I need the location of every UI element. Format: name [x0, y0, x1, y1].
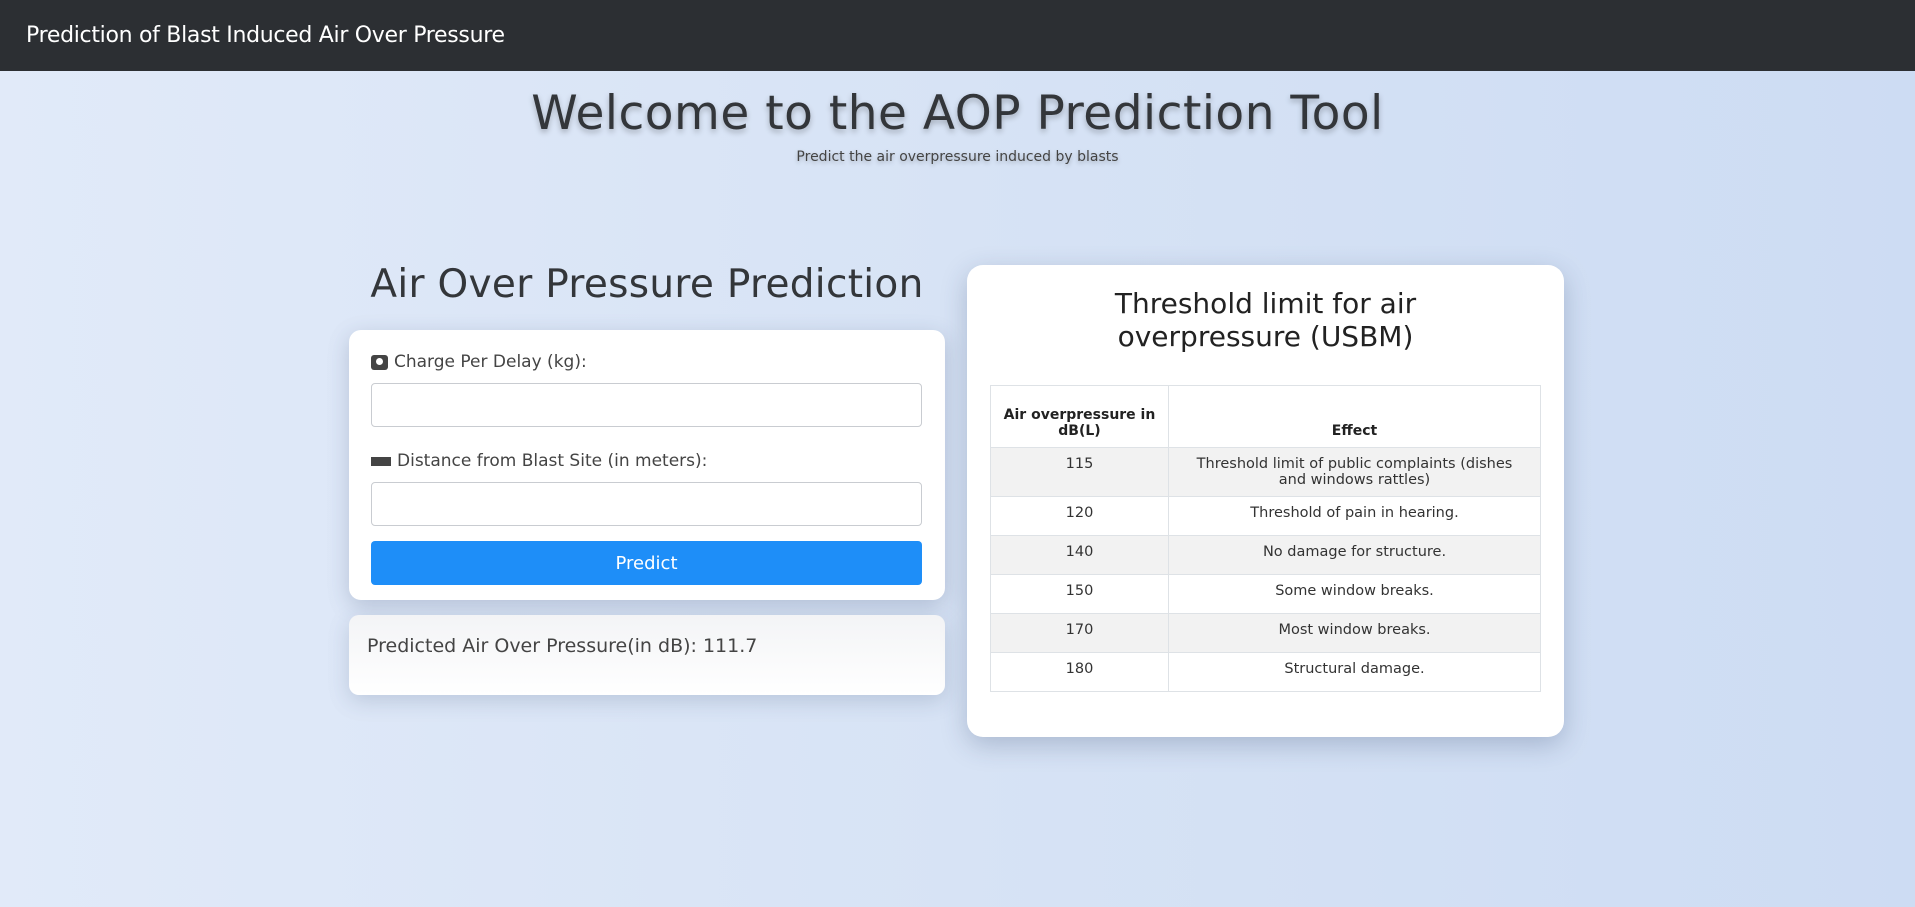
cell-effect: Some window breaks. — [1168, 574, 1541, 614]
cell-db: 180 — [990, 652, 1169, 692]
cell-db: 115 — [990, 447, 1169, 497]
navbar-brand[interactable]: Prediction of Blast Induced Air Over Pre… — [26, 23, 505, 48]
cell-effect: No damage for structure. — [1168, 535, 1541, 575]
ruler-icon — [371, 456, 391, 466]
cell-db: 120 — [990, 496, 1169, 536]
column-header-effect: Effect — [1168, 385, 1541, 448]
table-row: 180 Structural damage. — [990, 652, 1541, 692]
threshold-title: Threshold limit for air overpressure (US… — [1114, 287, 1417, 353]
threshold-table: Air overpressure in dB(L) Effect 115 Thr… — [990, 385, 1541, 692]
table-row: 140 No damage for structure. — [990, 535, 1541, 575]
threshold-card: Threshold limit for air overpressure (US… — [967, 265, 1564, 737]
prediction-form-card: Charge Per Delay (kg): Distance from Bla… — [349, 330, 945, 600]
top-navbar: Prediction of Blast Induced Air Over Pre… — [0, 0, 1915, 71]
hero-subtitle: Predict the air overpressure induced by … — [796, 149, 1119, 165]
table-row: 115 Threshold limit of public complaints… — [990, 447, 1541, 497]
cell-db: 140 — [990, 535, 1169, 575]
hero-title: Welcome to the AOP Prediction Tool — [531, 86, 1384, 141]
result-card: Predicted Air Over Pressure(in dB): 111.… — [349, 615, 945, 695]
cell-effect: Structural damage. — [1168, 652, 1541, 692]
distance-label: Distance from Blast Site (in meters): — [397, 451, 708, 471]
cell-effect: Most window breaks. — [1168, 613, 1541, 653]
distance-input[interactable] — [371, 482, 922, 526]
charge-label: Charge Per Delay (kg): — [394, 352, 587, 372]
table-header-row: Air overpressure in dB(L) Effect — [990, 385, 1541, 448]
table-row: 120 Threshold of pain in hearing. — [990, 496, 1541, 536]
weight-scale-icon — [371, 354, 388, 370]
cell-effect: Threshold of pain in hearing. — [1168, 496, 1541, 536]
cell-db: 170 — [990, 613, 1169, 653]
charge-label-row: Charge Per Delay (kg): — [371, 350, 923, 374]
column-header-db: Air overpressure in dB(L) — [990, 385, 1169, 448]
predicted-result-text: Predicted Air Over Pressure(in dB): 111.… — [367, 635, 758, 657]
distance-label-row: Distance from Blast Site (in meters): — [371, 449, 923, 473]
hero-section: Welcome to the AOP Prediction Tool Predi… — [0, 86, 1915, 165]
charge-per-delay-input[interactable] — [371, 383, 922, 427]
predict-button[interactable]: Predict — [371, 541, 922, 585]
cell-db: 150 — [990, 574, 1169, 614]
table-row: 170 Most window breaks. — [990, 613, 1541, 653]
cell-effect: Threshold limit of public complaints (di… — [1168, 447, 1541, 497]
table-row: 150 Some window breaks. — [990, 574, 1541, 614]
prediction-form-title: Air Over Pressure Prediction — [370, 262, 924, 307]
